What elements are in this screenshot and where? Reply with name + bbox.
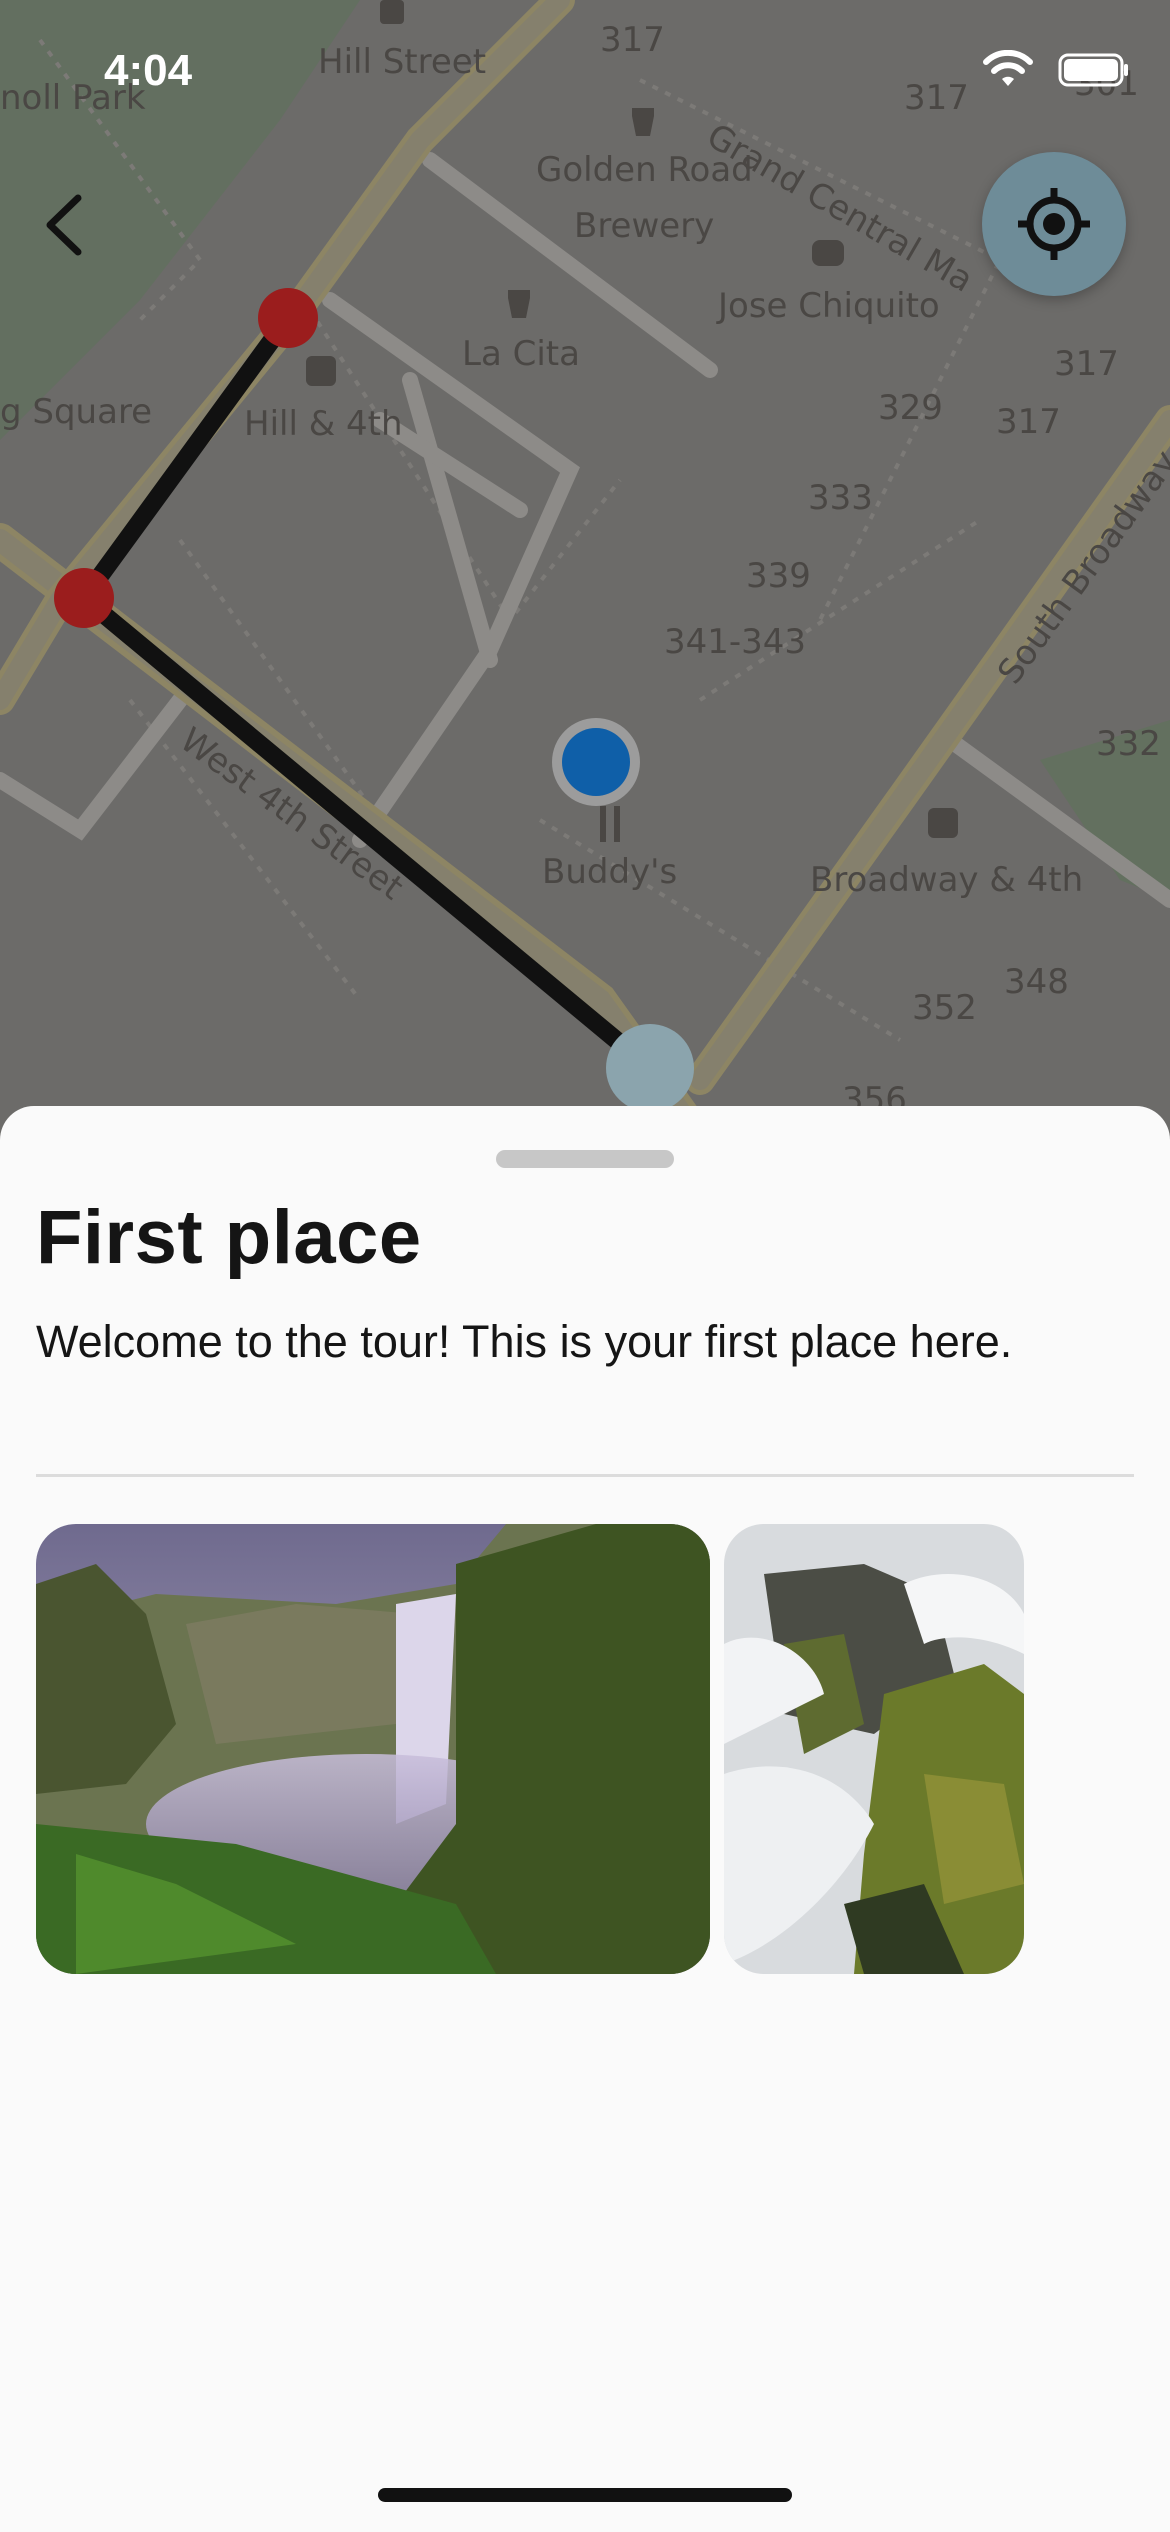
map-label: Jose Chiquito	[718, 286, 940, 326]
map-label: 333	[808, 478, 873, 518]
waterfall-image	[36, 1524, 710, 1974]
place-description: Welcome to the tour! This is your first …	[36, 1316, 1013, 1367]
map-label: 332	[1096, 724, 1161, 764]
divider	[36, 1474, 1134, 1477]
beer-icon	[508, 290, 530, 318]
wifi-icon	[983, 50, 1033, 86]
map-label: La Cita	[462, 334, 580, 374]
map-view[interactable]: Hill Street noll Park g Square Golden Ro…	[0, 0, 1170, 1157]
place-bottom-sheet[interactable]: First place Welcome to the tour! This is…	[0, 1106, 1170, 2532]
status-bar: 4:04	[0, 0, 1170, 140]
map-label: Brewery	[574, 206, 715, 246]
locate-me-button[interactable]	[982, 152, 1126, 296]
map-label: 329	[878, 388, 943, 428]
map-label: 341-343	[664, 622, 807, 662]
home-indicator[interactable]	[378, 2488, 792, 2502]
current-location-marker[interactable]	[562, 728, 630, 796]
route-stop-marker[interactable]	[54, 568, 114, 628]
place-photo-waterfall[interactable]	[36, 1524, 710, 1974]
map-label: 352	[912, 988, 977, 1028]
map-label: Buddy's	[542, 852, 678, 892]
status-icons	[982, 50, 1130, 90]
place-title: First place	[36, 1195, 422, 1280]
rapids-image	[724, 1524, 1024, 1974]
crosshair-icon	[1018, 188, 1090, 260]
route-stop-marker-highlighted[interactable]	[606, 1024, 694, 1112]
back-button[interactable]	[30, 180, 100, 270]
sheet-drag-handle[interactable]	[496, 1150, 674, 1168]
map-label: Hill & 4th	[244, 404, 403, 444]
bus-stop-icon	[928, 808, 958, 838]
map-label: 339	[746, 556, 811, 596]
restaurant-icon	[600, 806, 606, 842]
restaurant-icon	[614, 806, 620, 842]
map-label: 348	[1004, 962, 1069, 1002]
battery-icon	[1058, 53, 1128, 87]
burger-icon	[812, 240, 844, 266]
map-label: Broadway & 4th	[810, 860, 1084, 900]
route-stop-marker[interactable]	[258, 288, 318, 348]
bus-stop-icon	[306, 356, 336, 386]
map-label: 317	[1054, 344, 1119, 384]
status-time: 4:04	[104, 46, 193, 95]
chevron-left-icon	[46, 194, 82, 256]
place-photo-rapids[interactable]	[724, 1524, 1024, 1974]
map-label: 317	[996, 402, 1061, 442]
map-label: g Square	[0, 392, 153, 432]
